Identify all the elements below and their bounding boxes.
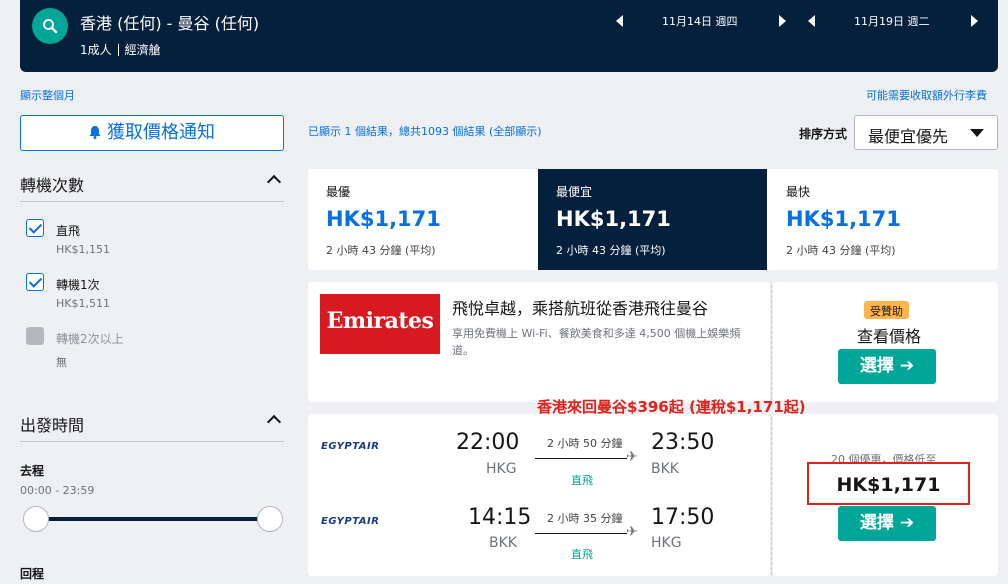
tab-label: 最便宜 <box>556 185 593 199</box>
price-alert-label: 獲取價格通知 <box>107 122 215 143</box>
result-count[interactable]: 已顯示 1 個結果，總共1093 個結果 (全部顯示) <box>308 123 542 139</box>
divider <box>20 201 284 202</box>
tab-duration: 2 小時 43 分鐘 (平均) <box>786 244 896 257</box>
passenger-count: 1成人 <box>80 43 112 57</box>
logo-text: Emirates <box>326 308 434 334</box>
plane-icon: ✈ <box>626 524 638 540</box>
prev-depart-date-icon[interactable] <box>616 15 623 27</box>
outbound-duration: 2 小時 50 分鐘 <box>547 437 623 450</box>
airline-logo: EGYPTAIR <box>321 516 380 527</box>
sort-value: 最便宜優先 <box>868 127 949 146</box>
sort-select[interactable]: 最便宜優先 <box>854 115 998 150</box>
tab-cheapest[interactable]: 最便宜 HK$1,171 2 小時 43 分鐘 (平均) <box>538 169 767 270</box>
tab-fastest[interactable]: 最快 HK$1,171 2 小時 43 分鐘 (平均) <box>768 169 998 270</box>
tab-label: 最優 <box>326 185 351 199</box>
stops-one-checkbox[interactable] <box>26 273 44 291</box>
stops-heading: 轉機次數 <box>20 176 85 195</box>
stops-two-plus-checkbox <box>26 327 44 345</box>
ad-select-button[interactable]: 選擇 ➔ <box>838 349 936 384</box>
inbound-duration: 2 小時 35 分鐘 <box>547 512 623 525</box>
outbound-depart-time: 22:00 <box>456 430 520 455</box>
airline-logo: EGYPTAIR <box>321 441 380 452</box>
route-title: 香港 (任何) - 曼谷 (任何) <box>80 14 260 33</box>
tab-price: HK$1,171 <box>326 207 441 231</box>
return-label: 回程 <box>20 567 45 581</box>
tab-price: HK$1,171 <box>786 207 901 231</box>
stops-one-label: 轉機1次 <box>56 278 100 292</box>
caret-down-icon <box>970 129 984 137</box>
flight-line <box>535 458 627 459</box>
depart-time-heading: 出發時間 <box>20 416 85 435</box>
outbound-arrive-code: BKK <box>651 461 679 477</box>
outbound-depart-code: HKG <box>486 461 517 477</box>
sort-tabs: 最優 HK$1,171 2 小時 43 分鐘 (平均) 最便宜 HK$1,171… <box>308 169 998 270</box>
return-date[interactable]: 11月19日 週二 <box>854 13 930 29</box>
stops-direct-label: 直飛 <box>56 224 81 238</box>
depart-date-control: 11月14日 週四 <box>616 11 796 31</box>
stops-two-plus-price: 無 <box>56 356 67 369</box>
outbound-time-slider[interactable] <box>36 517 270 521</box>
search-icon <box>43 19 58 34</box>
price-alert-button[interactable]: 獲取價格通知 <box>20 115 284 151</box>
promo-text: 香港來回曼谷$396起 (連稅$1,171起) <box>537 398 806 416</box>
depart-date[interactable]: 11月14日 週四 <box>662 13 738 29</box>
sponsored-ad-card[interactable]: Emirates 飛悅卓越，乘搭航班從香港飛往曼谷 享用免費機上 Wi-Fi、餐… <box>308 282 770 402</box>
show-whole-month-link[interactable]: 顯示整個月 <box>20 87 75 103</box>
inbound-depart-code: BKK <box>489 535 517 551</box>
inbound-arrive-code: HKG <box>651 535 682 551</box>
ad-description: 享用免費機上 Wi-Fi、餐飲美食和多達 4,500 個機上娛樂頻道。 <box>452 327 741 357</box>
tab-label: 最快 <box>786 185 811 199</box>
flight-line <box>535 533 627 534</box>
slider-handle-start[interactable] <box>23 506 49 532</box>
tab-price: HK$1,171 <box>556 207 671 231</box>
slider-handle-end[interactable] <box>257 506 283 532</box>
next-depart-date-icon[interactable] <box>779 15 786 27</box>
trip-details: 1成人 經濟艙 <box>80 41 161 58</box>
outbound-label: 去程 <box>20 464 45 478</box>
ad-title: 飛悅卓越，乘搭航班從香港飛往曼谷 <box>452 299 709 318</box>
chevron-up-icon[interactable] <box>266 414 282 430</box>
stops-direct-price: HK$1,151 <box>56 243 110 256</box>
search-button[interactable] <box>32 8 68 44</box>
outbound-arrive-time: 23:50 <box>651 430 715 455</box>
tab-duration: 2 小時 43 分鐘 (平均) <box>556 244 666 257</box>
search-summary-bar[interactable]: 香港 (任何) - 曼谷 (任何) 1成人 經濟艙 11月14日 週四 11月19… <box>20 0 998 72</box>
divider <box>20 441 284 442</box>
sponsored-badge: 受贊助 <box>864 301 909 319</box>
cabin-class: 經濟艙 <box>124 43 161 57</box>
separator <box>117 44 119 56</box>
bell-icon <box>89 126 101 139</box>
return-date-control: 11月19日 週二 <box>808 11 988 31</box>
chevron-up-icon[interactable] <box>266 174 282 190</box>
view-price-label: 查看價格 <box>857 327 922 346</box>
inbound-depart-time: 14:15 <box>468 505 532 530</box>
extra-baggage-fees-link[interactable]: 可能需要收取額外行李費 <box>866 87 987 103</box>
outbound-stops: 直飛 <box>571 474 593 487</box>
emirates-logo: Emirates <box>320 294 440 354</box>
outbound-time-range: 00:00 - 23:59 <box>20 484 95 497</box>
divider <box>771 285 772 400</box>
itinerary-select-button[interactable]: 選擇 ➔ <box>838 506 936 541</box>
plane-icon: ✈ <box>626 449 638 465</box>
stops-two-plus-label: 轉機2次以上 <box>56 332 124 346</box>
stops-direct-checkbox[interactable] <box>26 219 44 237</box>
inbound-stops: 直飛 <box>571 548 593 561</box>
tab-best[interactable]: 最優 HK$1,171 2 小時 43 分鐘 (平均) <box>308 169 538 270</box>
tab-duration: 2 小時 43 分鐘 (平均) <box>326 244 436 257</box>
next-return-date-icon[interactable] <box>971 15 978 27</box>
itinerary-price: HK$1,171 <box>836 474 941 496</box>
stops-one-price: HK$1,511 <box>56 297 110 310</box>
price-highlight-box: HK$1,171 <box>807 462 970 505</box>
sort-label: 排序方式 <box>799 127 848 141</box>
prev-return-date-icon[interactable] <box>808 15 815 27</box>
inbound-arrive-time: 17:50 <box>651 505 715 530</box>
divider <box>771 417 772 575</box>
